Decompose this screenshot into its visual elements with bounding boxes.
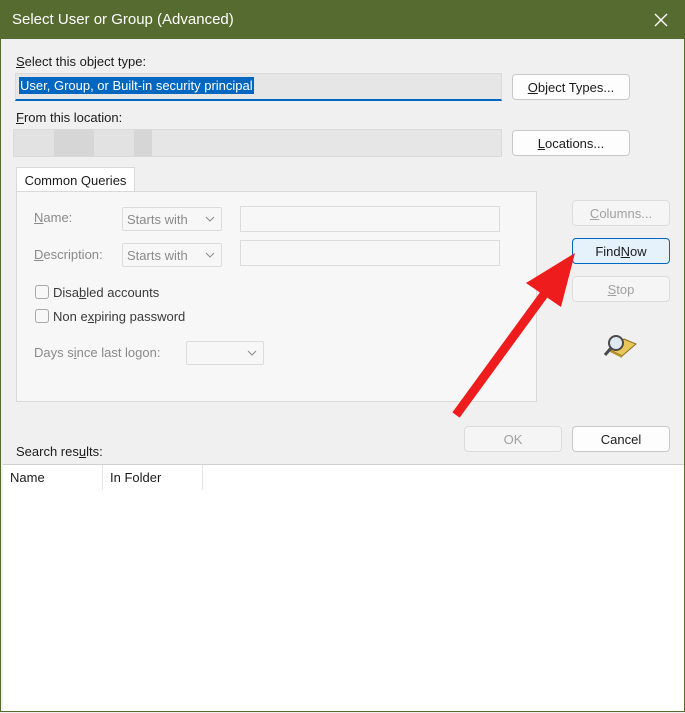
object-type-label: Select this object type: bbox=[16, 54, 147, 69]
location-redacted bbox=[14, 130, 152, 156]
cancel-button[interactable]: Cancel bbox=[572, 426, 670, 452]
location-field[interactable] bbox=[13, 129, 502, 157]
name-mode-select[interactable]: Starts with bbox=[122, 207, 222, 231]
tab-common-queries[interactable]: Common Queries bbox=[16, 167, 135, 192]
find-now-button[interactable]: Find Now bbox=[572, 238, 670, 264]
location-label: From this location: bbox=[16, 110, 123, 125]
name-label: Name: bbox=[34, 210, 73, 225]
disabled-accounts-label: Disabled accounts bbox=[53, 285, 160, 300]
chevron-down-icon bbox=[205, 216, 215, 222]
description-label: Description: bbox=[34, 247, 103, 262]
object-type-field[interactable]: User, Group, or Built-in security princi… bbox=[15, 73, 502, 101]
search-flashlight-icon bbox=[603, 335, 637, 358]
close-button[interactable] bbox=[638, 1, 684, 39]
chevron-down-icon bbox=[205, 252, 215, 258]
object-type-value: User, Group, or Built-in security princi… bbox=[19, 77, 254, 94]
dialog-window: Select User or Group (Advanced) Select t… bbox=[0, 0, 685, 712]
chevron-down-icon bbox=[247, 350, 257, 356]
object-types-button[interactable]: Object Types... bbox=[512, 74, 630, 100]
description-mode-select[interactable]: Starts with bbox=[122, 243, 222, 267]
tab-label: Common Queries bbox=[24, 172, 127, 188]
description-input[interactable] bbox=[240, 240, 500, 266]
search-results-label: Search results: bbox=[16, 444, 103, 459]
locations-button[interactable]: Locations... bbox=[512, 130, 630, 156]
stop-button[interactable]: Stop bbox=[572, 276, 670, 302]
name-input[interactable] bbox=[240, 206, 500, 232]
column-header-name[interactable]: Name bbox=[3, 465, 103, 490]
days-since-logon-select[interactable] bbox=[186, 341, 264, 365]
close-icon bbox=[654, 13, 668, 27]
non-expiring-password-label: Non expiring password bbox=[53, 309, 186, 324]
disabled-accounts-checkbox[interactable] bbox=[35, 285, 49, 299]
non-expiring-password-checkbox[interactable] bbox=[35, 309, 49, 323]
window-title: Select User or Group (Advanced) bbox=[12, 11, 234, 28]
days-since-logon-label: Days since last logon: bbox=[34, 345, 161, 360]
title-bar[interactable]: Select User or Group (Advanced) bbox=[1, 1, 684, 39]
search-results-list[interactable]: Name In Folder bbox=[3, 464, 684, 711]
column-header-in-folder[interactable]: In Folder bbox=[103, 465, 203, 490]
columns-button[interactable]: Columns... bbox=[572, 200, 670, 226]
ok-button[interactable]: OK bbox=[464, 426, 562, 452]
